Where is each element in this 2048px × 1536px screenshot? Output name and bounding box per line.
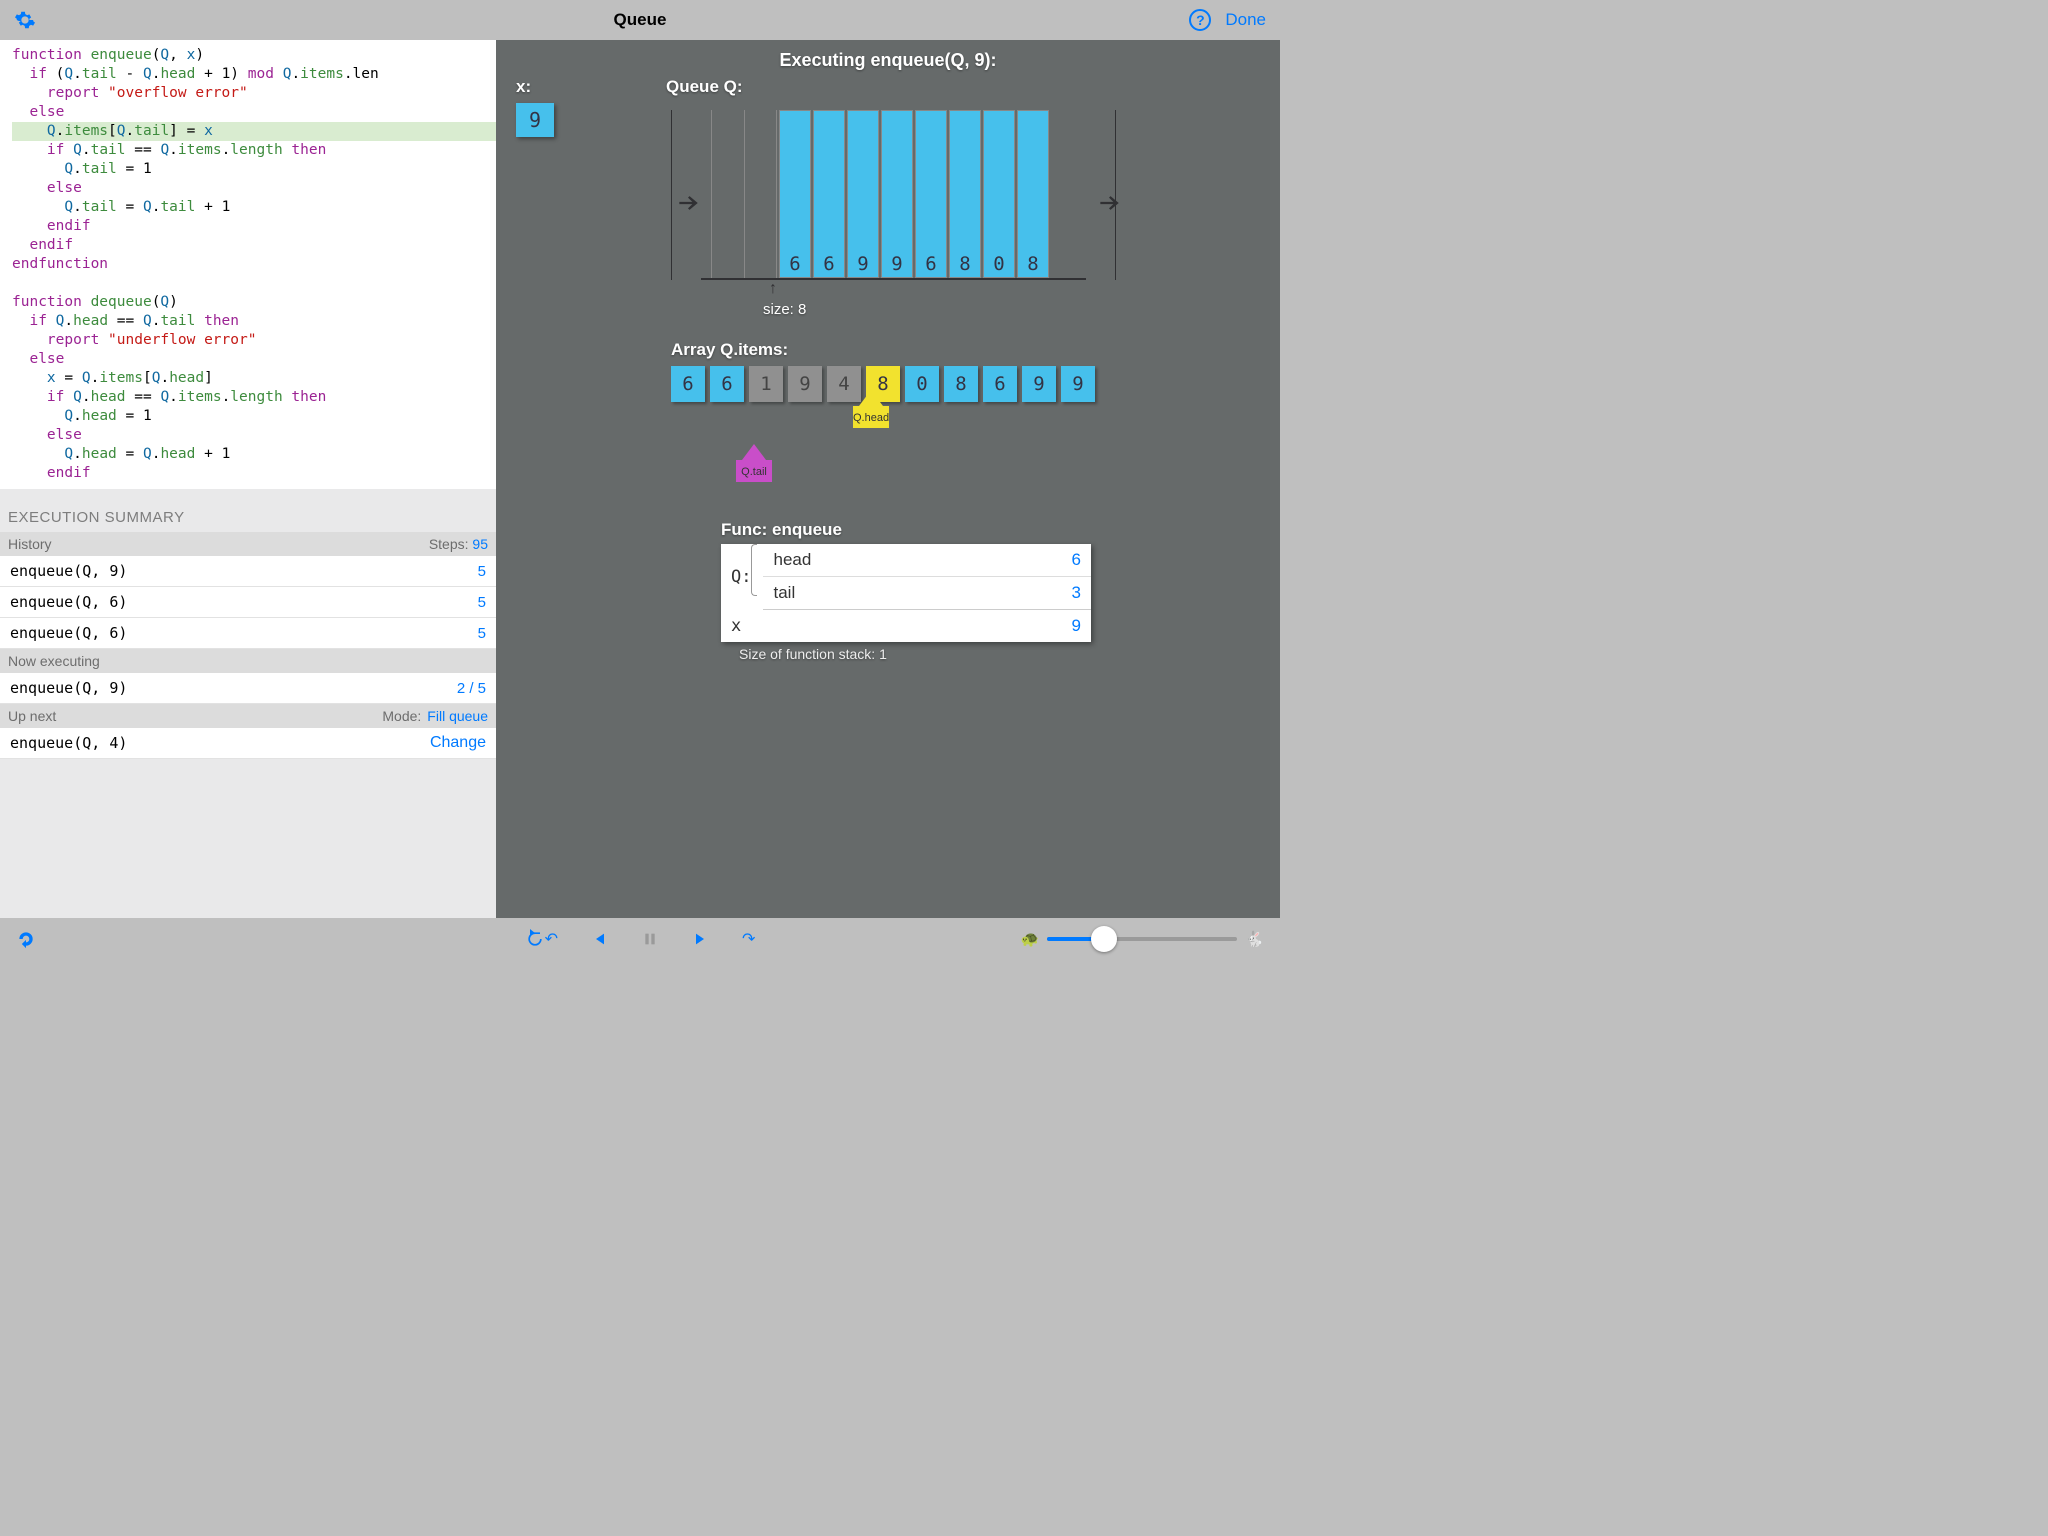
array-cell: 9 [788,366,822,402]
queue-col: 8 [1017,110,1049,278]
done-button[interactable]: Done [1225,10,1266,30]
array-label: Array Q.items: [671,340,1095,360]
qtail-pointer: Q.tail [730,444,778,482]
array-cell: 9 [1061,366,1095,402]
play-icon[interactable] [692,929,708,949]
queue-col: 6 [779,110,811,278]
queue-col: 6 [915,110,947,278]
queue-col: 9 [881,110,913,278]
history-row: enqueue(Q, 9)5 [0,556,496,587]
x-value-box: 9 [516,103,554,137]
gear-icon[interactable] [14,9,36,31]
array-cell: 8 [944,366,978,402]
array-section: Array Q.items: 66194808699 Q.head Q.tail [671,340,1095,402]
array-cell: 6 [710,366,744,402]
queue-col: 9 [847,110,879,278]
queue-visualization: 66996808 ↑ size: 8 [671,90,1116,326]
now-row: enqueue(Q, 9)2 / 5 [0,673,496,704]
speed-slider[interactable] [1047,937,1237,941]
history-row: enqueue(Q, 6)5 [0,618,496,649]
queue-col: 8 [949,110,981,278]
bottombar: ↶ ↷ 🐢 🐇 [0,918,1280,960]
step-back-icon[interactable]: ↶ [525,929,558,949]
restart-icon[interactable] [16,929,36,949]
prev-icon[interactable] [592,929,608,949]
rabbit-icon: 🐇 [1245,930,1264,948]
step-forward-icon[interactable]: ↷ [742,929,755,949]
queue-size: size: 8 [763,301,806,318]
queue-col: 0 [983,110,1015,278]
pause-icon [642,929,658,949]
queue-col: 6 [813,110,845,278]
arrow-right-icon [1096,190,1122,216]
now-executing-header: Now executing [0,649,496,673]
page-title: Queue [0,10,1280,30]
mode-button[interactable]: Fill queue [427,708,488,724]
qhead-pointer: Q.head [847,390,895,428]
left-panel: function enqueue(Q, x) if (Q.tail - Q.he… [0,40,496,918]
topbar: Queue ? Done [0,0,1280,40]
change-button[interactable]: Change [430,734,486,752]
history-header: History Steps: 95 [0,532,496,556]
code-view: function enqueue(Q, x) if (Q.tail - Q.he… [0,40,496,489]
history-row: enqueue(Q, 6)5 [0,587,496,618]
array-cell: 1 [749,366,783,402]
func-panel: Func: enqueue Q: head6 tail3 x9 Size of … [721,520,1091,662]
help-icon[interactable]: ? [1189,9,1211,31]
size-arrow-icon: ↑ [769,280,777,298]
stack-size: Size of function stack: 1 [739,646,1091,662]
array-cell: 6 [671,366,705,402]
array-cell: 0 [905,366,939,402]
exec-summary-heading: EXECUTION SUMMARY [0,489,496,532]
exec-title: Executing enqueue(Q, 9): [516,50,1260,71]
turtle-icon: 🐢 [1021,930,1040,948]
x-label: x: [516,77,666,97]
array-cell: 6 [983,366,1017,402]
visualization-panel: Executing enqueue(Q, 9): x: Queue Q: 9 6… [496,40,1280,918]
array-cell: 9 [1022,366,1056,402]
upnext-header: Up next Mode: Fill queue [0,704,496,728]
arrow-right-icon [675,190,701,216]
upnext-row: enqueue(Q, 4) Change [0,728,496,759]
